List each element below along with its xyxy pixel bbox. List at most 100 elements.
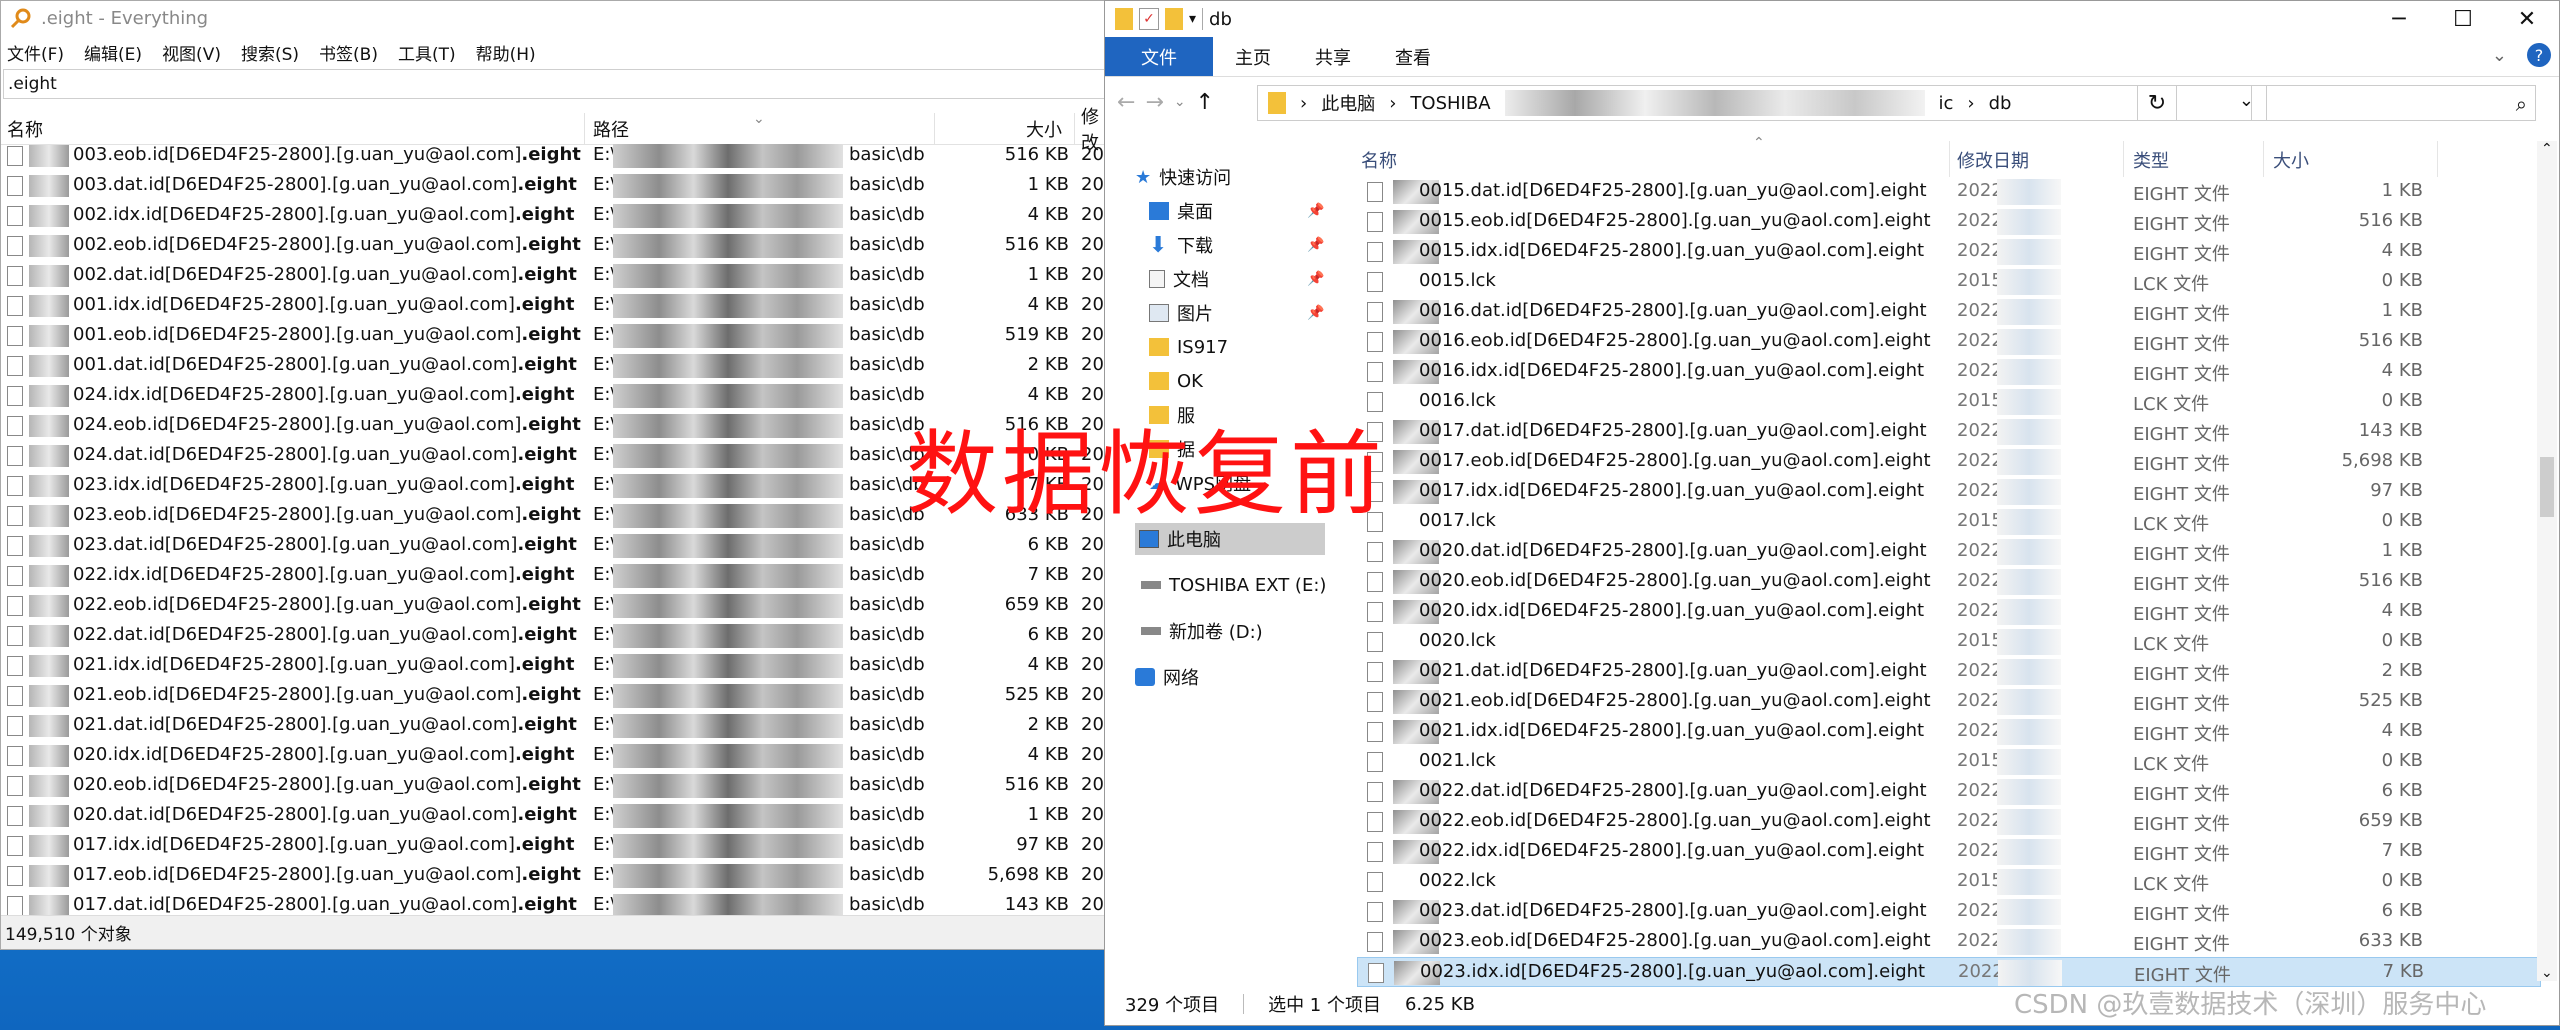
close-button[interactable]: ✕ — [2495, 1, 2559, 37]
redacted-path — [613, 204, 843, 228]
nav-downloads[interactable]: ⬇ 下载 — [1149, 229, 1213, 261]
forward-icon[interactable]: → — [1145, 90, 1163, 115]
scrollbar-thumb[interactable] — [2540, 457, 2554, 517]
back-icon[interactable]: ← — [1117, 90, 1135, 115]
menu-item[interactable]: 编辑(E) — [84, 40, 142, 65]
help-icon[interactable]: ? — [2527, 43, 2551, 67]
table-row[interactable]: 021.dat.id[D6ED4F25-2800].[g.uan_yu@aol.… — [1, 711, 1113, 741]
list-item[interactable]: 0023.dat.id[D6ED4F25-2800].[g.uan_yu@aol… — [1357, 897, 2541, 927]
address-bar[interactable]: › 此电脑 › TOSHIBA ic › db ⌄ — [1257, 85, 2267, 121]
list-item[interactable]: 0023.idx.id[D6ED4F25-2800].[g.uan_yu@aol… — [1357, 957, 2541, 987]
table-row[interactable]: 022.eob.id[D6ED4F25-2800].[g.uan_yu@aol.… — [1, 591, 1113, 621]
table-row[interactable]: 003.eob.id[D6ED4F25-2800].[g.uan_yu@aol.… — [1, 141, 1113, 171]
list-item[interactable]: 0021.eob.id[D6ED4F25-2800].[g.uan_yu@aol… — [1357, 687, 2541, 717]
table-row[interactable]: 021.idx.id[D6ED4F25-2800].[g.uan_yu@aol.… — [1, 651, 1113, 681]
list-item[interactable]: 0021.lck 2015 LCK 文件 0 KB — [1357, 747, 2541, 777]
nav-pictures[interactable]: 图片 — [1149, 297, 1213, 329]
list-item[interactable]: 0016.idx.id[D6ED4F25-2800].[g.uan_yu@aol… — [1357, 357, 2541, 387]
breadcrumb-drive[interactable]: TOSHIBA — [1410, 93, 1490, 114]
list-item[interactable]: 0022.idx.id[D6ED4F25-2800].[g.uan_yu@aol… — [1357, 837, 2541, 867]
refresh-button[interactable]: ↻ — [2137, 85, 2177, 121]
up-icon[interactable]: ↑ — [1196, 90, 1214, 115]
list-item[interactable]: 0020.eob.id[D6ED4F25-2800].[g.uan_yu@aol… — [1357, 567, 2541, 597]
table-row[interactable]: 020.eob.id[D6ED4F25-2800].[g.uan_yu@aol.… — [1, 771, 1113, 801]
column-name[interactable]: 名称 — [1361, 147, 1397, 173]
tab-file[interactable]: 文件 — [1105, 37, 1213, 76]
column-size[interactable]: 大小 — [2273, 147, 2309, 173]
table-row[interactable]: 022.idx.id[D6ED4F25-2800].[g.uan_yu@aol.… — [1, 561, 1113, 591]
list-item[interactable]: 0017.lck 2015 LCK 文件 0 KB — [1357, 507, 2541, 537]
list-item[interactable]: 0021.dat.id[D6ED4F25-2800].[g.uan_yu@aol… — [1357, 657, 2541, 687]
breadcrumb-ic[interactable]: ic — [1939, 93, 1954, 114]
menu-item[interactable]: 工具(T) — [398, 40, 456, 65]
search-input[interactable]: .eight — [3, 69, 1113, 99]
tab-view[interactable]: 查看 — [1373, 37, 1453, 76]
search-input[interactable]: ⌕ — [2251, 85, 2536, 121]
maximize-button[interactable]: ☐ — [2431, 1, 2495, 37]
scroll-down-icon[interactable]: ⌄ — [2541, 965, 2553, 981]
menu-item[interactable]: 书签(B) — [319, 40, 378, 65]
list-item[interactable]: 0020.idx.id[D6ED4F25-2800].[g.uan_yu@aol… — [1357, 597, 2541, 627]
table-row[interactable]: 021.eob.id[D6ED4F25-2800].[g.uan_yu@aol.… — [1, 681, 1113, 711]
list-item[interactable]: 0021.idx.id[D6ED4F25-2800].[g.uan_yu@aol… — [1357, 717, 2541, 747]
list-item[interactable]: 0022.lck 2015 LCK 文件 0 KB — [1357, 867, 2541, 897]
breadcrumb-db[interactable]: db — [1989, 93, 2012, 114]
list-item[interactable]: 0015.lck 2015 LCK 文件 0 KB — [1357, 267, 2541, 297]
list-item[interactable]: 0022.dat.id[D6ED4F25-2800].[g.uan_yu@aol… — [1357, 777, 2541, 807]
file-icon — [7, 236, 23, 256]
table-row[interactable]: 001.eob.id[D6ED4F25-2800].[g.uan_yu@aol.… — [1, 321, 1113, 351]
properties-icon[interactable]: ✓ — [1139, 8, 1159, 30]
scroll-up-icon[interactable]: ⌃ — [2541, 141, 2553, 157]
table-row[interactable]: 002.dat.id[D6ED4F25-2800].[g.uan_yu@aol.… — [1, 261, 1113, 291]
list-item[interactable]: 0016.lck 2015 LCK 文件 0 KB — [1357, 387, 2541, 417]
table-row[interactable]: 023.dat.id[D6ED4F25-2800].[g.uan_yu@aol.… — [1, 531, 1113, 561]
table-row[interactable]: 003.dat.id[D6ED4F25-2800].[g.uan_yu@aol.… — [1, 171, 1113, 201]
list-item[interactable]: 0017.eob.id[D6ED4F25-2800].[g.uan_yu@aol… — [1357, 447, 2541, 477]
list-item[interactable]: 0016.eob.id[D6ED4F25-2800].[g.uan_yu@aol… — [1357, 327, 2541, 357]
list-item[interactable]: 0015.dat.id[D6ED4F25-2800].[g.uan_yu@aol… — [1357, 177, 2541, 207]
ribbon-expand-icon[interactable]: ⌄ — [2492, 45, 2507, 66]
list-item[interactable]: 0020.lck 2015 LCK 文件 0 KB — [1357, 627, 2541, 657]
table-row[interactable]: 002.idx.id[D6ED4F25-2800].[g.uan_yu@aol.… — [1, 201, 1113, 231]
column-date[interactable]: 修改日期 — [1957, 147, 2029, 173]
table-row[interactable]: 017.idx.id[D6ED4F25-2800].[g.uan_yu@aol.… — [1, 831, 1113, 861]
explorer-title-bar[interactable]: ✓ ▾ db ─ ☐ ✕ — [1105, 1, 2559, 37]
nav-toshiba-drive[interactable]: TOSHIBA EXT (E:) — [1141, 569, 1326, 601]
nav-desktop[interactable]: 桌面 — [1149, 195, 1213, 227]
list-item[interactable]: 0023.eob.id[D6ED4F25-2800].[g.uan_yu@aol… — [1357, 927, 2541, 957]
list-item[interactable]: 0020.dat.id[D6ED4F25-2800].[g.uan_yu@aol… — [1357, 537, 2541, 567]
breadcrumb-pc[interactable]: 此电脑 — [1321, 90, 1375, 116]
table-row[interactable]: 017.eob.id[D6ED4F25-2800].[g.uan_yu@aol.… — [1, 861, 1113, 891]
table-row[interactable]: 020.idx.id[D6ED4F25-2800].[g.uan_yu@aol.… — [1, 741, 1113, 771]
new-folder-icon[interactable] — [1165, 8, 1183, 30]
minimize-button[interactable]: ─ — [2367, 1, 2431, 37]
list-item[interactable]: 0017.idx.id[D6ED4F25-2800].[g.uan_yu@aol… — [1357, 477, 2541, 507]
customize-dropdown-icon[interactable]: ▾ — [1189, 11, 1196, 27]
menu-item[interactable]: 视图(V) — [162, 40, 221, 65]
menu-item[interactable]: 帮助(H) — [476, 40, 536, 65]
nav-quick-access[interactable]: ★ 快速访问 — [1135, 161, 1231, 193]
list-item[interactable]: 0015.eob.id[D6ED4F25-2800].[g.uan_yu@aol… — [1357, 207, 2541, 237]
tab-share[interactable]: 共享 — [1293, 37, 1373, 76]
nav-documents[interactable]: 文档 — [1149, 263, 1209, 295]
nav-ok[interactable]: OK — [1149, 365, 1203, 397]
list-item[interactable]: 0017.dat.id[D6ED4F25-2800].[g.uan_yu@aol… — [1357, 417, 2541, 447]
table-row[interactable]: 001.dat.id[D6ED4F25-2800].[g.uan_yu@aol.… — [1, 351, 1113, 381]
table-row[interactable]: 022.dat.id[D6ED4F25-2800].[g.uan_yu@aol.… — [1, 621, 1113, 651]
table-row[interactable]: 001.idx.id[D6ED4F25-2800].[g.uan_yu@aol.… — [1, 291, 1113, 321]
table-row[interactable]: 002.eob.id[D6ED4F25-2800].[g.uan_yu@aol.… — [1, 231, 1113, 261]
dropdown-history-icon[interactable]: ⌄ — [1174, 94, 1186, 110]
nav-new-volume[interactable]: 新加卷 (D:) — [1141, 615, 1263, 647]
vertical-scrollbar[interactable]: ⌃ ⌄ — [2537, 141, 2557, 981]
table-row[interactable]: 020.dat.id[D6ED4F25-2800].[g.uan_yu@aol.… — [1, 801, 1113, 831]
everything-title-bar[interactable]: .eight - Everything — [1, 1, 1113, 35]
list-item[interactable]: 0015.idx.id[D6ED4F25-2800].[g.uan_yu@aol… — [1357, 237, 2541, 267]
menu-item[interactable]: 文件(F) — [7, 40, 64, 65]
nav-network[interactable]: 网络 — [1135, 661, 1199, 693]
list-item[interactable]: 0016.dat.id[D6ED4F25-2800].[g.uan_yu@aol… — [1357, 297, 2541, 327]
nav-is917[interactable]: IS917 — [1149, 331, 1228, 363]
list-item[interactable]: 0022.eob.id[D6ED4F25-2800].[g.uan_yu@aol… — [1357, 807, 2541, 837]
tab-home[interactable]: 主页 — [1213, 37, 1293, 76]
menu-item[interactable]: 搜索(S) — [241, 40, 299, 65]
column-type[interactable]: 类型 — [2133, 147, 2169, 173]
